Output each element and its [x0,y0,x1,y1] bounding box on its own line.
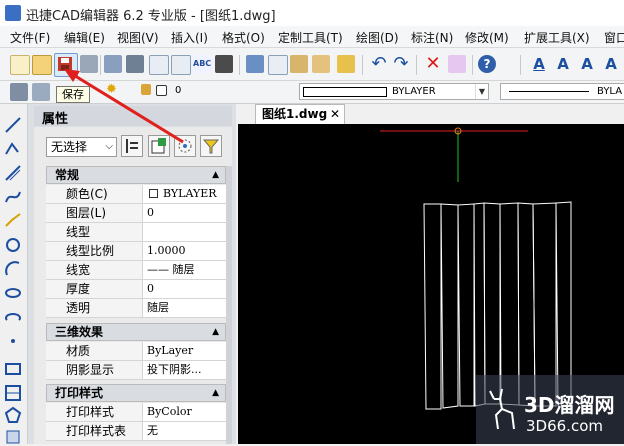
watermark-url: 3D66.com [526,417,603,435]
watermark: 3D溜溜网 3D66.com [476,375,624,444]
arrow-head [64,69,80,82]
watermark-title: 3D溜溜网 [524,393,615,417]
arrow-line [71,72,184,144]
deer-logo-icon [489,388,515,430]
